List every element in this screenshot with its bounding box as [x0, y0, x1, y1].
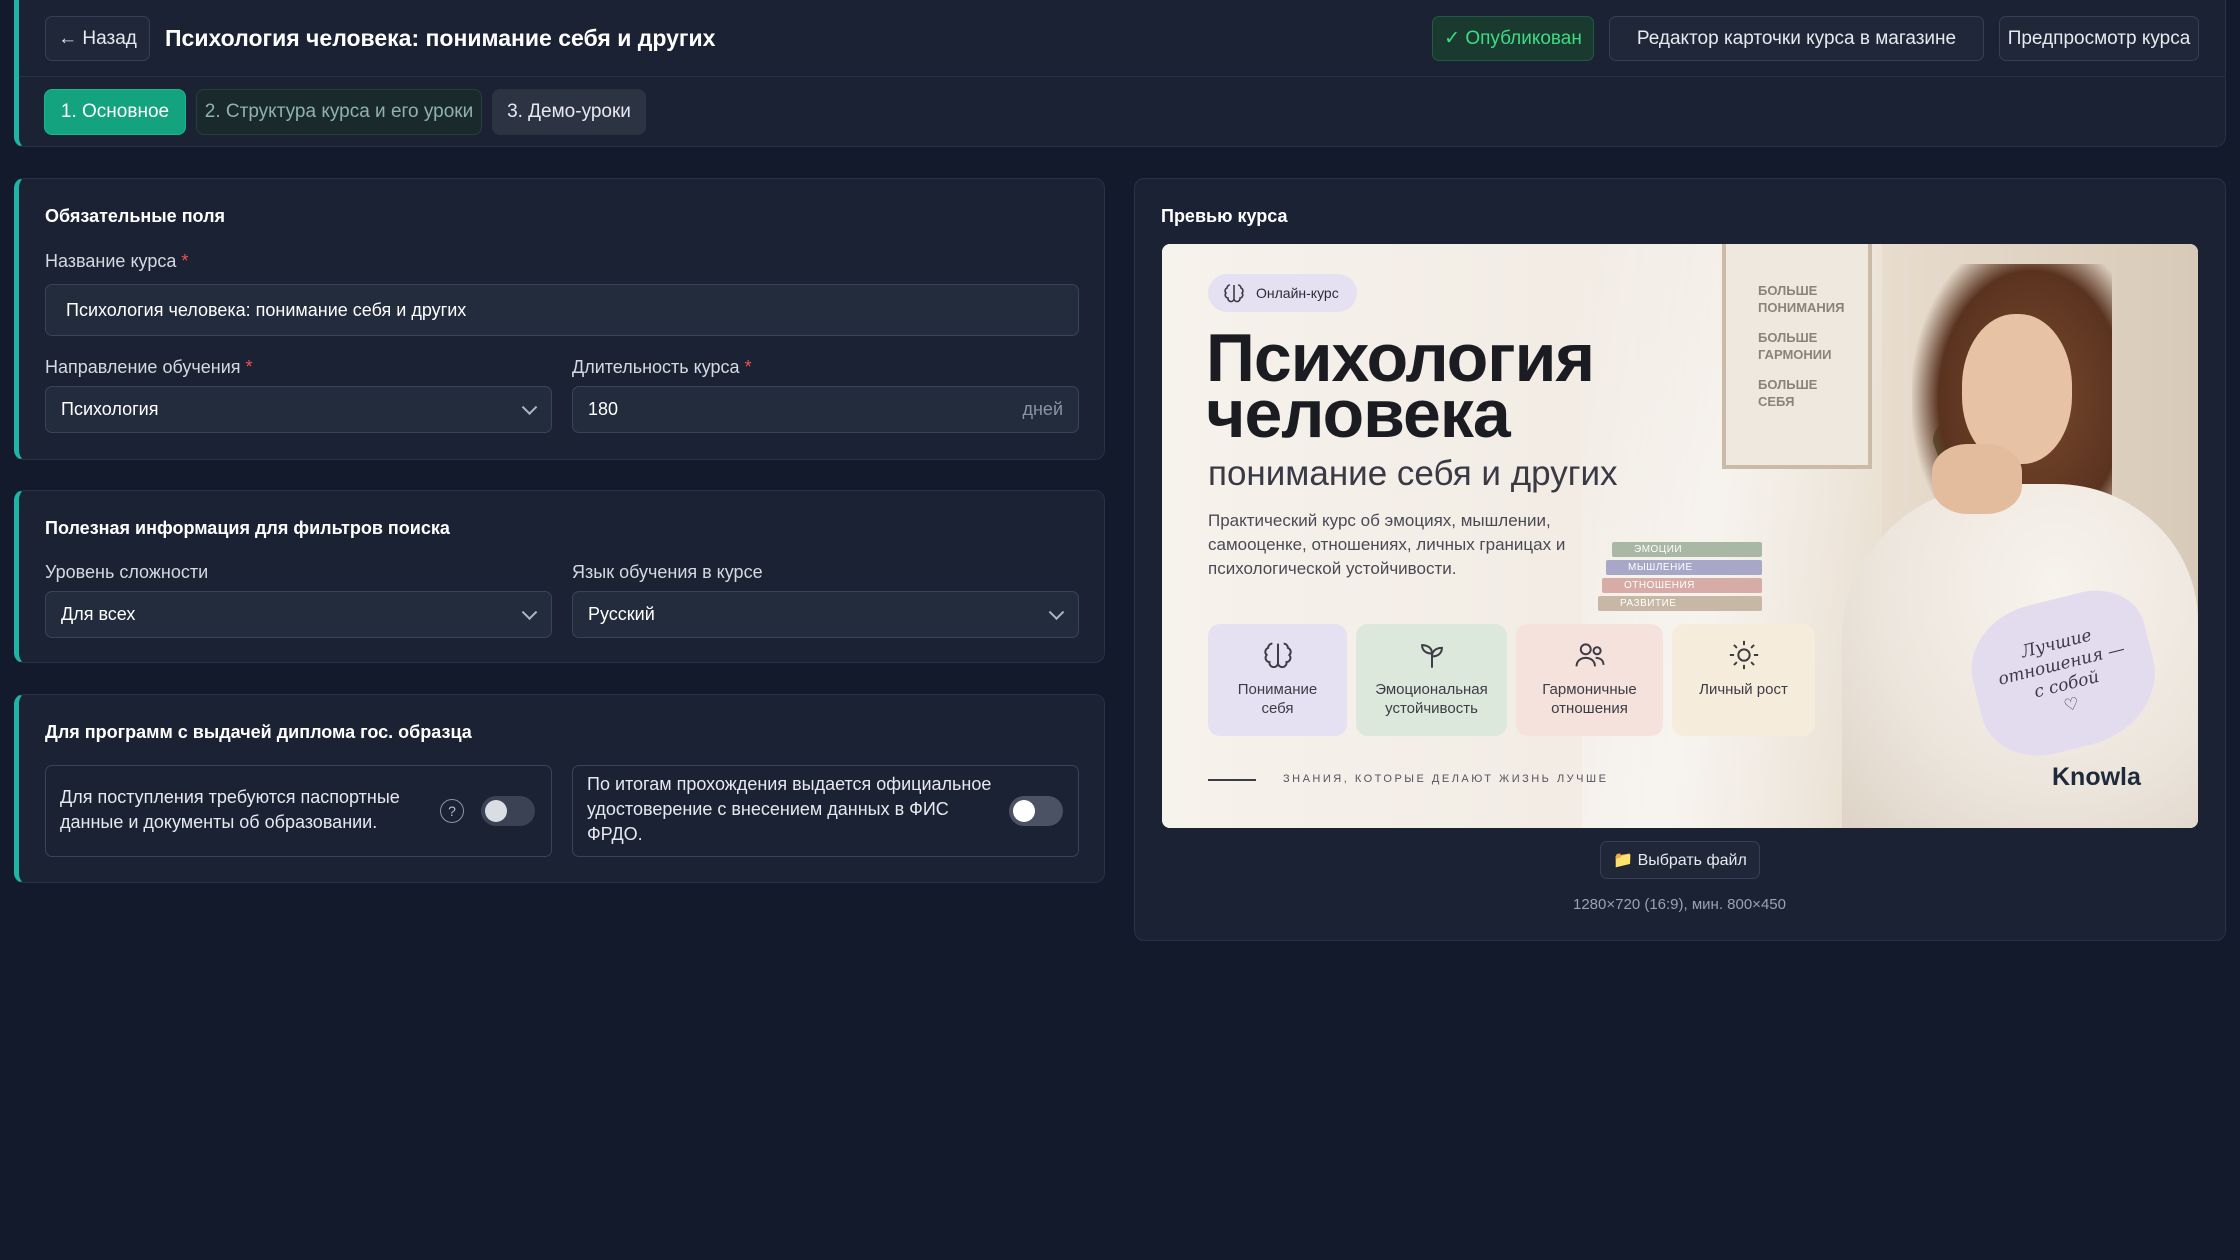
sprout-icon [1420, 644, 1443, 668]
cover-title-line2: человека [1206, 376, 1511, 452]
online-course-badge: Онлайн-курс [1208, 274, 1357, 312]
diploma-section-title: Для программ с выдачей диплома гос. обра… [45, 722, 472, 742]
language-value: Русский [588, 604, 655, 624]
course-name-input[interactable]: Психология человека: понимание себя и др… [45, 284, 1079, 336]
help-icon[interactable]: ? [440, 799, 464, 823]
level-value: Для всех [61, 604, 136, 624]
passport-toggle[interactable] [481, 796, 535, 826]
poster-line-2: БОЛЬШЕ ГАРМОНИИ [1758, 330, 1832, 362]
page-title: Психология человека: понимание себя и др… [165, 25, 716, 51]
direction-label-text: Направление обучения [45, 357, 241, 377]
tab-demo-lessons[interactable]: 3. Демо-уроки [492, 89, 646, 135]
book-relations: ОТНОШЕНИЯ [1602, 578, 1762, 593]
header-divider [19, 76, 2225, 77]
level-select[interactable]: Для всех [45, 591, 552, 638]
duration-label-text: Длительность курса [572, 357, 740, 377]
online-course-badge-label: Онлайн-курс [1256, 285, 1339, 301]
required-section-title: Обязательные поля [45, 206, 226, 226]
woman-face [1962, 314, 2072, 464]
poster-line-3: БОЛЬШЕ СЕБЯ [1758, 377, 1818, 409]
people-icon [1575, 643, 1604, 667]
tile-self-understanding: Понимание себя [1208, 624, 1347, 736]
brain-icon [1224, 284, 1244, 303]
direction-select[interactable]: Психология [45, 386, 552, 433]
required-mark: * [744, 357, 752, 377]
duration-input[interactable]: 180 дней [572, 386, 1079, 433]
language-label: Язык обучения в курсе [572, 562, 763, 582]
required-mark: * [181, 251, 189, 271]
status-badge: ✓ Опубликован [1432, 16, 1594, 61]
cover-subtitle: понимание себя и других [1208, 454, 1618, 493]
store-editor-button[interactable]: Редактор карточки курса в магазине [1609, 16, 1984, 61]
tile-label: Эмоциональная устойчивость [1375, 681, 1488, 717]
chevron-down-icon [521, 398, 538, 415]
level-label: Уровень сложности [45, 562, 209, 582]
tile-emotional-stability: Эмоциональная устойчивость [1356, 624, 1507, 736]
brand-logo: Knowla [2052, 763, 2141, 791]
tile-label: Понимание себя [1237, 681, 1318, 717]
filters-section-title: Полезная информация для фильтров поиска [45, 518, 450, 538]
certificate-option-text: По итогам прохождения выдается официальн… [587, 774, 992, 844]
language-select[interactable]: Русский [572, 591, 1079, 638]
tile-personal-growth: Личный рост [1672, 624, 1815, 736]
direction-value: Психология [61, 399, 159, 419]
tile-label: Личный рост [1699, 681, 1788, 698]
book-thinking: МЫШЛЕНИЕ [1606, 560, 1762, 575]
footer-rule [1208, 779, 1256, 781]
book-growth: РАЗВИТИЕ [1598, 596, 1762, 611]
sun-icon [1729, 640, 1758, 670]
cover-description: Практический курс об эмоциях, мышлении, … [1208, 511, 1566, 578]
choose-file-button[interactable]: 📁 Выбрать файл [1600, 841, 1760, 879]
tab-basic[interactable]: 1. Основное [44, 89, 186, 135]
passport-option-text: Для поступления требуются паспортные дан… [60, 787, 400, 832]
certificate-toggle[interactable] [1009, 796, 1063, 826]
poster-line-1: БОЛЬШЕ ПОНИМАНИЯ [1758, 283, 1845, 315]
duration-unit: дней [1022, 399, 1063, 419]
book-emotions: ЭМОЦИИ [1612, 542, 1762, 557]
heart-icon: ♡ [2061, 693, 2082, 716]
tile-harmonious-relations: Гармоничные отношения [1516, 624, 1663, 736]
footer-tagline: ЗНАНИЯ, КОТОРЫЕ ДЕЛАЮТ ЖИЗНЬ ЛУЧШЕ [1283, 773, 1609, 785]
duration-value: 180 [588, 399, 619, 419]
course-preview-button[interactable]: Предпросмотр курса [1999, 16, 2199, 61]
woman-hand [1932, 444, 2022, 514]
toggle-knob [485, 800, 507, 822]
course-name-label: Название курса * [45, 251, 188, 272]
toggle-knob [1013, 800, 1035, 822]
direction-label: Направление обучения * [45, 357, 253, 378]
tab-structure[interactable]: 2. Структура курса и его уроки [196, 89, 482, 135]
course-name-label-text: Название курса [45, 251, 177, 271]
course-name-value: Психология человека: понимание себя и др… [66, 299, 467, 320]
chevron-down-icon [1048, 603, 1065, 620]
chevron-down-icon [521, 603, 538, 620]
brain-icon [1263, 642, 1292, 669]
back-button[interactable]: ← Назад [45, 16, 150, 61]
image-size-hint: 1280×720 (16:9), мин. 800×450 [1573, 896, 1786, 913]
course-cover-image: БОЛЬШЕ ПОНИМАНИЯ БОЛЬШЕ ГАРМОНИИ БОЛЬШЕ … [1162, 244, 2198, 828]
required-mark: * [245, 357, 253, 377]
duration-label: Длительность курса * [572, 357, 752, 378]
preview-section-title: Превью курса [1161, 206, 1288, 226]
tile-label: Гармоничные отношения [1542, 681, 1637, 717]
